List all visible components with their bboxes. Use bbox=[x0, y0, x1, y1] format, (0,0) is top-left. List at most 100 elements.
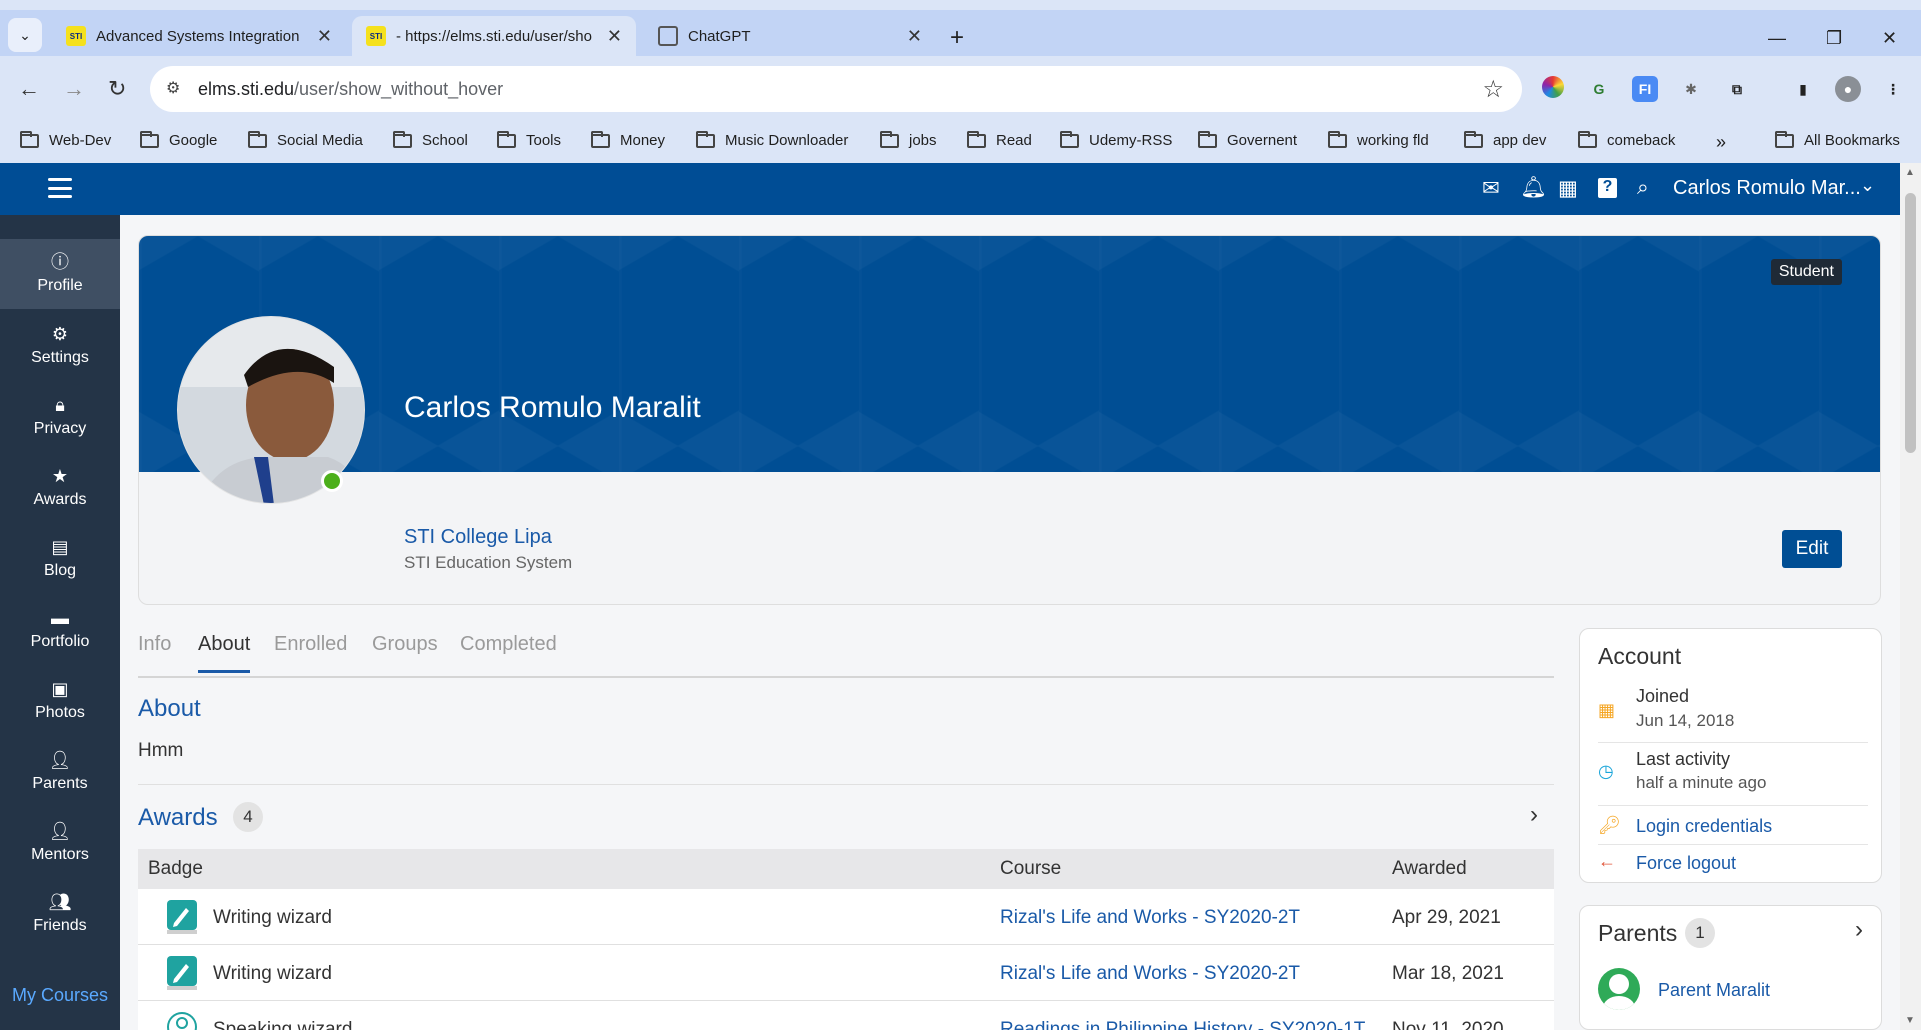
profile-name: Carlos Romulo Maralit bbox=[404, 391, 701, 424]
image-icon: ▣ bbox=[51, 679, 69, 699]
reload-icon[interactable]: ↻ bbox=[108, 76, 126, 102]
bell-icon[interactable]: 🔔︎ bbox=[1520, 176, 1547, 200]
sidebar-item-photos[interactable]: ▣ Photos bbox=[0, 666, 120, 736]
menu-icon[interactable] bbox=[48, 178, 72, 198]
calendar-icon: ▤ bbox=[51, 537, 69, 557]
page-scrollbar[interactable]: ▲ ▼ bbox=[1900, 163, 1921, 1030]
force-logout-link[interactable]: Force logout bbox=[1636, 853, 1736, 874]
puzzle-icon[interactable]: ⧉ bbox=[1724, 76, 1750, 102]
bookmark-governent[interactable]: Governent bbox=[1198, 130, 1297, 149]
sidebar-item-parents[interactable]: 👤︎ Parents bbox=[0, 737, 120, 807]
course-link[interactable]: Readings in Philippine History - SY2020-… bbox=[1000, 1019, 1365, 1030]
table-row: Writing wizard Rizal's Life and Works - … bbox=[138, 945, 1554, 1001]
browser-tab-elms[interactable]: STI - https://elms.sti.edu/user/sho ✕ bbox=[352, 16, 636, 56]
sidebar-item-settings[interactable]: ⚙ Settings bbox=[0, 311, 120, 381]
bookmark-working-fld[interactable]: working fld bbox=[1328, 130, 1429, 149]
edit-profile-button[interactable]: Edit bbox=[1782, 530, 1842, 568]
more-menu-icon[interactable]: ⋮ bbox=[1880, 76, 1906, 102]
force-logout-row: ← Force logout bbox=[1598, 849, 1868, 879]
browser-chrome: ⌄ STI Advanced Systems Integration ✕ STI… bbox=[0, 0, 1921, 163]
search-icon[interactable]: ⌕ bbox=[1637, 176, 1649, 200]
bookmark-comeback[interactable]: comeback bbox=[1578, 130, 1676, 149]
tab-search-button[interactable]: ⌄ bbox=[8, 18, 42, 52]
tab-about[interactable]: About bbox=[198, 633, 251, 673]
awards-heading[interactable]: Awards bbox=[138, 804, 218, 832]
close-tab-icon[interactable]: ✕ bbox=[317, 26, 332, 47]
column-header-course: Course bbox=[1000, 858, 1062, 879]
avatar-icon[interactable]: ● bbox=[1835, 76, 1861, 102]
login-credentials-link[interactable]: Login credentials bbox=[1636, 816, 1772, 837]
parents-heading[interactable]: Parents bbox=[1598, 920, 1677, 947]
bookmark-star-icon[interactable]: ☆ bbox=[1482, 75, 1504, 104]
tab-enrolled[interactable]: Enrolled bbox=[274, 633, 347, 670]
scroll-thumb[interactable] bbox=[1905, 193, 1916, 453]
bookmark-google[interactable]: Google bbox=[140, 130, 218, 149]
restore-icon[interactable]: ❐ bbox=[1826, 28, 1842, 49]
joined-row: ▦ Joined Jun 14, 2018 bbox=[1598, 684, 1868, 743]
sidebar-item-portfolio[interactable]: ▬ Portfolio bbox=[0, 595, 120, 665]
school-link[interactable]: STI College Lipa bbox=[404, 526, 552, 549]
scroll-down-icon[interactable]: ▼ bbox=[1905, 1015, 1915, 1026]
bookmark-music-downloader[interactable]: Music Downloader bbox=[696, 130, 848, 149]
sidebar-item-label: Privacy bbox=[33, 420, 87, 437]
bookmark-tools[interactable]: Tools bbox=[497, 130, 561, 149]
user-menu[interactable]: Carlos Romulo Mar... bbox=[1673, 177, 1861, 200]
table-header: Badge Course Awarded bbox=[138, 849, 1554, 889]
course-link[interactable]: Rizal's Life and Works - SY2020-2T bbox=[1000, 963, 1300, 985]
more-bookmarks-icon[interactable]: » bbox=[1716, 132, 1726, 153]
bookmark-udemy-rss[interactable]: Udemy-RSS bbox=[1060, 130, 1172, 149]
all-bookmarks[interactable]: All Bookmarks bbox=[1775, 130, 1900, 149]
fi-icon[interactable]: FI bbox=[1632, 76, 1658, 102]
close-window-icon[interactable]: ✕ bbox=[1882, 28, 1897, 49]
bug-icon[interactable]: ✱ bbox=[1678, 76, 1704, 102]
mail-icon[interactable]: ✉ bbox=[1482, 176, 1500, 201]
tab-groups[interactable]: Groups bbox=[372, 633, 438, 670]
side-panel-icon[interactable]: ▮ bbox=[1790, 76, 1816, 102]
minimize-icon[interactable]: — bbox=[1768, 28, 1786, 49]
grammarly-icon[interactable]: G bbox=[1586, 76, 1612, 102]
folder-icon bbox=[1464, 130, 1483, 148]
chevron-right-icon[interactable]: › bbox=[1855, 916, 1863, 944]
my-courses-link[interactable]: My Courses bbox=[12, 985, 108, 1006]
sidebar-item-label: Blog bbox=[43, 562, 77, 579]
back-icon[interactable]: ← bbox=[18, 76, 40, 102]
bookmark-social-media[interactable]: Social Media bbox=[248, 130, 363, 149]
bookmark-label: comeback bbox=[1607, 132, 1676, 149]
sidebar-item-privacy[interactable]: 🔒︎ Privacy bbox=[0, 382, 120, 452]
sidebar-item-profile[interactable]: ⓘ Profile bbox=[0, 239, 120, 309]
color-wheel-icon[interactable] bbox=[1542, 76, 1564, 98]
chevron-right-icon[interactable]: › bbox=[1530, 801, 1538, 829]
address-bar[interactable]: ⚙ elms.sti.edu/user/show_without_hover ☆ bbox=[150, 66, 1522, 112]
bookmark-school[interactable]: School bbox=[393, 130, 468, 149]
parent-link[interactable]: Parent Maralit bbox=[1658, 980, 1770, 1001]
calendar-icon[interactable]: ▦ bbox=[1558, 176, 1578, 201]
bookmark-label: jobs bbox=[909, 132, 937, 149]
login-credentials-row: 🔑︎ Login credentials bbox=[1598, 811, 1868, 845]
new-tab-icon[interactable]: + bbox=[950, 24, 964, 52]
bookmark-label: Google bbox=[169, 132, 218, 149]
close-tab-icon[interactable]: ✕ bbox=[607, 26, 622, 47]
bookmark-app-dev[interactable]: app dev bbox=[1464, 130, 1546, 149]
browser-tab-chatgpt[interactable]: ChatGPT ✕ bbox=[644, 16, 936, 56]
help-icon[interactable]: ? bbox=[1598, 178, 1617, 198]
bookmark-jobs[interactable]: jobs bbox=[880, 130, 937, 149]
sidebar-item-awards[interactable]: ★ Awards bbox=[0, 453, 120, 523]
parents-widget: Parents 1 › Parent Maralit bbox=[1579, 905, 1882, 1030]
sidebar-item-label: Settings bbox=[31, 349, 89, 366]
site-info-icon[interactable]: ⚙ bbox=[166, 78, 180, 98]
forward-icon[interactable]: → bbox=[63, 76, 85, 102]
bookmark-money[interactable]: Money bbox=[591, 130, 665, 149]
bookmark-web-dev[interactable]: Web-Dev bbox=[20, 130, 111, 149]
tab-completed[interactable]: Completed bbox=[460, 633, 557, 670]
close-tab-icon[interactable]: ✕ bbox=[907, 26, 922, 47]
sidebar-item-mentors[interactable]: 👤︎ Mentors bbox=[0, 808, 120, 878]
awarded-date: Nov 11, 2020 bbox=[1392, 1019, 1504, 1030]
sidebar-item-friends[interactable]: 👥︎ Friends bbox=[0, 879, 120, 949]
chevron-down-icon[interactable]: ⌄ bbox=[1860, 175, 1875, 196]
scroll-up-icon[interactable]: ▲ bbox=[1905, 167, 1915, 178]
sidebar-item-blog[interactable]: ▤ Blog bbox=[0, 524, 120, 594]
course-link[interactable]: Rizal's Life and Works - SY2020-2T bbox=[1000, 907, 1300, 929]
bookmark-read[interactable]: Read bbox=[967, 130, 1032, 149]
browser-tab-advanced-systems[interactable]: STI Advanced Systems Integration ✕ bbox=[52, 16, 346, 56]
tab-info[interactable]: Info bbox=[138, 633, 171, 670]
